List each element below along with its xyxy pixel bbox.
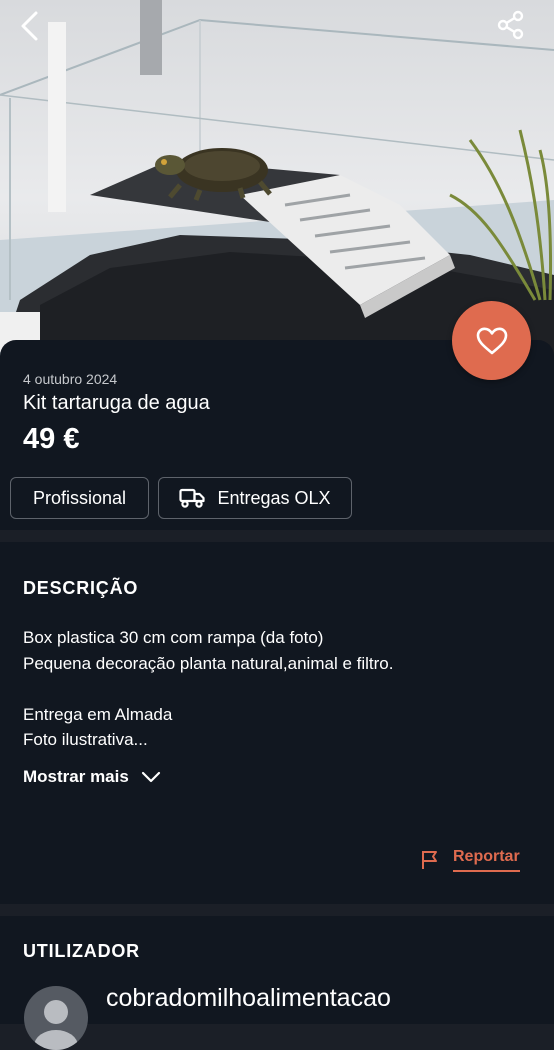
truck-icon xyxy=(179,488,206,508)
show-more-button[interactable]: Mostrar mais xyxy=(23,767,161,787)
listing-title: Kit tartaruga de agua xyxy=(23,392,210,414)
flag-icon xyxy=(422,851,437,869)
tag-label: Profissional xyxy=(32,487,127,508)
share-button[interactable] xyxy=(496,10,536,50)
back-button[interactable] xyxy=(18,10,58,50)
share-icon xyxy=(497,10,524,40)
show-more-label: Mostrar mais xyxy=(23,767,129,786)
tag-olx-delivery: Entregas OLX xyxy=(158,477,352,519)
seller-name[interactable]: cobradomilhoalimentacao xyxy=(106,984,391,1013)
chevron-down-icon xyxy=(141,771,160,783)
user-heading: UTILIZADOR xyxy=(23,941,140,961)
user-section: UTILIZADOR cobradomilhoalimentacao xyxy=(0,916,554,1050)
listing-price: 49 € xyxy=(23,423,80,455)
description-text: Box plastica 30 cm com rampa (da foto) P… xyxy=(23,628,394,749)
chevron-left-icon xyxy=(21,11,38,41)
favorite-button[interactable] xyxy=(452,301,531,380)
report-label: Reportar xyxy=(453,848,520,872)
tag-label: Entregas OLX xyxy=(217,487,331,508)
description-section: DESCRIÇÃO Box plastica 30 cm com rampa (… xyxy=(0,542,554,904)
user-icon xyxy=(34,1000,78,1050)
heart-outline-icon xyxy=(476,327,507,354)
tag-professional: Profissional xyxy=(10,477,149,519)
description-heading: DESCRIÇÃO xyxy=(23,578,139,598)
avatar[interactable] xyxy=(24,986,88,1050)
report-button[interactable]: Reportar xyxy=(421,848,520,872)
listing-date: 4 outubro 2024 xyxy=(23,371,118,387)
